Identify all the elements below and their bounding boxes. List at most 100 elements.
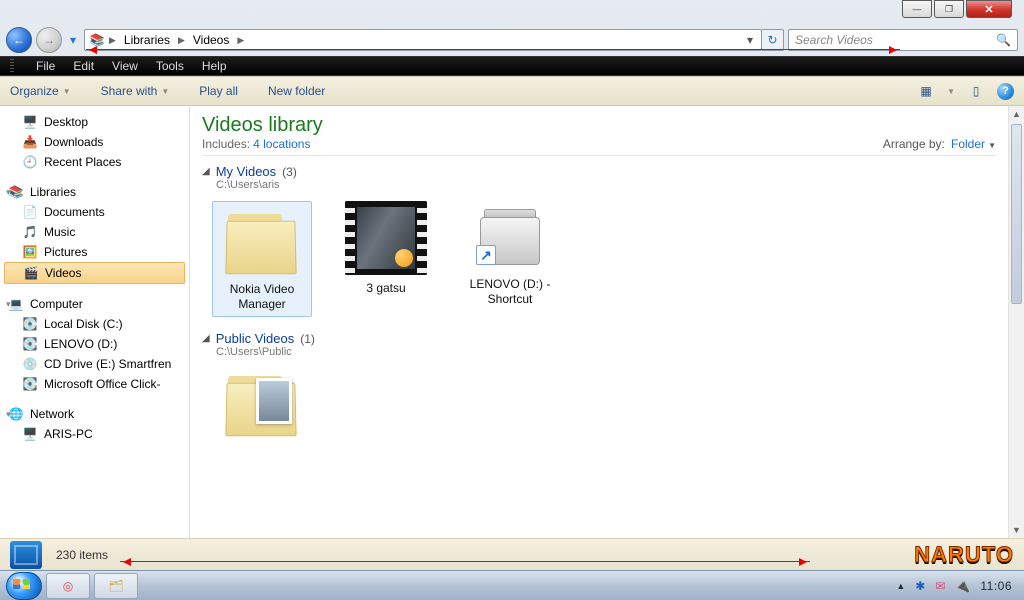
scroll-thumb[interactable] — [1011, 124, 1022, 304]
command-bar: Organize▼ Share with▼ Play all New folde… — [0, 76, 1024, 106]
nav-computer[interactable]: ▾💻Computer — [0, 294, 189, 314]
expand-icon: ▾ — [6, 409, 11, 420]
maximize-button[interactable]: ❐ — [934, 0, 964, 18]
back-button[interactable]: ← — [6, 27, 32, 53]
video-thumbnail — [345, 201, 427, 275]
collapse-icon[interactable]: ◢ — [202, 166, 210, 177]
tray-mail-icon[interactable]: ✉ — [935, 579, 945, 593]
navigation-pane: 🖥️Desktop 📥Downloads 🕘Recent Places ▾📚Li… — [0, 106, 190, 538]
disk-icon: 💽 — [22, 316, 38, 332]
group-title[interactable]: Public Videos — [216, 331, 295, 346]
arrange-by-control[interactable]: Arrange by: Folder ▼ — [883, 137, 996, 151]
explorer-icon: 🗂 — [108, 579, 123, 593]
nav-fav-recent[interactable]: 🕘Recent Places — [0, 152, 189, 172]
history-dropdown[interactable]: ▾ — [66, 27, 80, 53]
drive-shortcut-icon: ↗ — [470, 201, 550, 271]
videos-icon: 🎬 — [23, 265, 39, 281]
nav-drive-office[interactable]: 💽Microsoft Office Click- — [0, 374, 189, 394]
chevron-right-icon: ▶ — [176, 35, 187, 46]
chevron-right-icon: ▶ — [235, 35, 246, 46]
desktop-icon: 🖥️ — [22, 114, 38, 130]
includes-locations-link[interactable]: 4 locations — [253, 137, 310, 151]
minimize-button[interactable]: — — [902, 0, 932, 18]
nav-drive-c[interactable]: 💽Local Disk (C:) — [0, 314, 189, 334]
scroll-down-button[interactable]: ▼ — [1009, 522, 1024, 538]
expand-icon: ▾ — [6, 299, 11, 310]
organize-button[interactable]: Organize▼ — [10, 84, 71, 98]
item-lenovo-shortcut[interactable]: ↗ LENOVO (D:) - Shortcut — [460, 201, 560, 317]
documents-icon: 📄 — [22, 204, 38, 220]
content-pane: Videos library Includes: 4 locations Arr… — [190, 106, 1024, 538]
breadcrumb-videos[interactable]: Videos — [189, 31, 233, 49]
view-mode-button[interactable]: ▦ — [917, 82, 935, 100]
menu-help[interactable]: Help — [202, 59, 227, 73]
group-title[interactable]: My Videos — [216, 164, 276, 179]
taskbar-clock[interactable]: 11:06 — [980, 579, 1012, 593]
collapse-icon[interactable]: ◢ — [202, 333, 210, 344]
menu-bar: File Edit View Tools Help — [0, 56, 1024, 76]
item-sample-videos[interactable] — [212, 368, 312, 438]
view-mode-dropdown[interactable]: ▼ — [947, 87, 955, 96]
chrome-icon: ◎ — [63, 579, 73, 593]
nav-libraries[interactable]: ▾📚Libraries — [0, 182, 189, 202]
grip-icon — [10, 59, 14, 73]
shortcut-arrow-icon: ↗ — [476, 245, 496, 265]
menu-file[interactable]: File — [36, 59, 55, 73]
details-pane: 230 items NARUTO — [0, 538, 1024, 570]
disk-icon: 💽 — [22, 336, 38, 352]
nav-network-pc[interactable]: 🖥️ARIS-PC — [0, 424, 189, 444]
nav-drive-e[interactable]: 💿CD Drive (E:) Smartfren — [0, 354, 189, 374]
help-button[interactable]: ? — [997, 83, 1014, 100]
badge-icon — [395, 249, 413, 267]
new-folder-button[interactable]: New folder — [268, 84, 325, 98]
nav-drive-d[interactable]: 💽LENOVO (D:) — [0, 334, 189, 354]
search-placeholder: Search Videos — [795, 33, 873, 47]
close-button[interactable]: ✕ — [966, 0, 1012, 18]
taskbar: ◎ 🗂 ▲ ✱ ✉ 🔌 11:06 — [0, 570, 1024, 600]
forward-button[interactable]: → — [36, 27, 62, 53]
item-3-gatsu[interactable]: 3 gatsu — [336, 201, 436, 317]
navigation-row: ← → ▾ 📚 ▶ Libraries ▶ Videos ▶ ▾ ↻ Searc… — [0, 26, 1024, 54]
nav-lib-music[interactable]: 🎵Music — [0, 222, 189, 242]
address-dropdown[interactable]: ▾ — [743, 33, 757, 47]
library-badge-icon — [10, 541, 42, 569]
folder-icon — [222, 368, 302, 438]
theme-logo: NARUTO — [914, 542, 1014, 568]
menu-tools[interactable]: Tools — [156, 59, 184, 73]
includes-label: Includes: — [202, 137, 250, 151]
downloads-icon: 📥 — [22, 134, 38, 150]
nav-network[interactable]: ▾🌐Network — [0, 404, 189, 424]
pictures-icon: 🖼️ — [22, 244, 38, 260]
item-label: 3 gatsu — [336, 281, 436, 296]
address-bar[interactable]: 📚 ▶ Libraries ▶ Videos ▶ ▾ — [84, 29, 762, 51]
scroll-up-button[interactable]: ▲ — [1009, 106, 1024, 122]
search-input[interactable]: Search Videos 🔍 — [788, 29, 1018, 51]
start-button[interactable] — [6, 572, 42, 600]
share-with-button[interactable]: Share with▼ — [101, 84, 170, 98]
menu-edit[interactable]: Edit — [73, 59, 94, 73]
tray-bluetooth-icon[interactable]: ✱ — [915, 579, 925, 593]
vertical-scrollbar[interactable]: ▲ ▼ — [1008, 106, 1024, 538]
taskbar-pin-explorer[interactable]: 🗂 — [94, 573, 138, 599]
item-nokia-video-manager[interactable]: Nokia Video Manager — [212, 201, 312, 317]
group-path: C:\Users\aris — [202, 179, 996, 191]
tray-show-hidden[interactable]: ▲ — [896, 581, 905, 591]
group-path: C:\Users\Public — [202, 346, 996, 358]
preview-pane-button[interactable]: ▯ — [967, 82, 985, 100]
breadcrumb-libraries[interactable]: Libraries — [120, 31, 174, 49]
recent-icon: 🕘 — [22, 154, 38, 170]
expand-icon: ▾ — [6, 187, 11, 198]
nav-lib-pictures[interactable]: 🖼️Pictures — [0, 242, 189, 262]
play-all-button[interactable]: Play all — [199, 84, 238, 98]
nav-lib-documents[interactable]: 📄Documents — [0, 202, 189, 222]
tray-power-icon[interactable]: 🔌 — [955, 579, 970, 593]
nav-lib-videos[interactable]: 🎬Videos — [4, 262, 185, 284]
nav-fav-desktop[interactable]: 🖥️Desktop — [0, 112, 189, 132]
disk-icon: 💽 — [22, 376, 38, 392]
cd-icon: 💿 — [22, 356, 38, 372]
nav-fav-downloads[interactable]: 📥Downloads — [0, 132, 189, 152]
menu-view[interactable]: View — [112, 59, 138, 73]
taskbar-pin-chrome[interactable]: ◎ — [46, 573, 90, 599]
refresh-button[interactable]: ↻ — [762, 29, 784, 51]
pc-icon: 🖥️ — [22, 426, 38, 442]
